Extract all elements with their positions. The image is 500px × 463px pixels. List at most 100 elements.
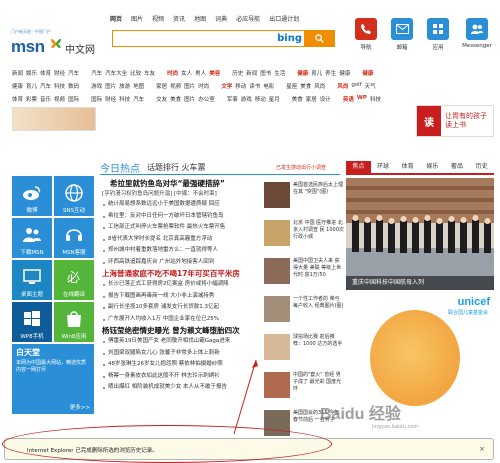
tab-focus[interactable]: 焦点 [346, 161, 371, 173]
category-link[interactable]: 科技 [370, 95, 381, 108]
category-link[interactable]: 游戏 [241, 95, 252, 108]
tile-translate[interactable]: 必 在线翻译 [54, 260, 94, 300]
thumb-item[interactable]: 美国首选民族后太上理在其 "突围"(图) [264, 182, 344, 218]
nav-video[interactable]: 视频 [152, 14, 164, 23]
news-item[interactable]: 48岁张琳生26岁女儿抱怨照 蔡依林拍摄婚纱照 [100, 359, 260, 371]
tab-history[interactable]: 历史 [469, 161, 494, 173]
category-link[interactable]: 比较 [130, 69, 141, 82]
category-link[interactable]: 财经 [54, 69, 65, 82]
category-link[interactable]: 男人 [195, 69, 206, 82]
tab-world[interactable]: 环球 [371, 161, 396, 173]
category-link[interactable]: 新闻 [12, 69, 23, 82]
thumb-item[interactable]: 北京 中国 医疗推进 北京入村调查 民 1000次 行政小城 [264, 220, 344, 256]
category-link[interactable]: 风尚 [314, 82, 325, 95]
category-link[interactable]: 财经 [105, 95, 116, 108]
category-link[interactable]: 养生 [325, 69, 336, 82]
category-link[interactable]: 科技 [119, 95, 130, 108]
category-link[interactable]: golf [351, 82, 361, 95]
category-link[interactable]: 读书 [249, 82, 260, 95]
category-link[interactable]: 风尚 [337, 82, 348, 95]
news-item[interactable]: 广东展开人均收入1万 中国企业家在位已25% [100, 314, 260, 326]
tile-msn-service[interactable]: MSN客服 [54, 218, 94, 258]
thumb-item[interactable]: 球拍场比赛 前后推荐：1000 达万的选手 [264, 334, 344, 370]
category-link[interactable]: 时尚 [167, 69, 178, 82]
category-link[interactable]: 健康 [297, 69, 308, 82]
category-link[interactable]: 汽车大全 [105, 69, 127, 82]
msn-logo[interactable]: 门户新天地 · 中国门户 msn 中文网 [9, 29, 109, 59]
category-link[interactable]: 汽车 [133, 95, 144, 108]
news-item[interactable]: 刘国梁双腿陷女儿心 张馨子非常多上体上刺新 [100, 348, 260, 360]
category-link[interactable]: 图片 [105, 82, 116, 95]
news-item[interactable]: 晒出爆红 相阶装机成就美少女 本人从不敢于报告 [100, 382, 260, 394]
search-box[interactable]: bing [112, 30, 335, 47]
news-item[interactable]: 郑州城中村着重数落地雷方么：一直就得等人 [100, 245, 260, 257]
category-link[interactable]: 交友 [156, 95, 167, 108]
category-link[interactable]: 新闻 [246, 69, 257, 82]
nav-images[interactable]: 图片 [131, 14, 143, 23]
category-link[interactable]: 家居 [306, 95, 317, 108]
tile-wp8[interactable]: WP8手机 [12, 302, 52, 342]
category-link[interactable]: 育儿 [26, 82, 37, 95]
hot-survey-link[interactable]: 已发生感动出行小调查 [276, 164, 326, 171]
news-item[interactable]: 希拉里：反对中日任何一方破坏日本管辖钓鱼岛 [100, 211, 260, 223]
news-headline[interactable]: 杨钰莹绝密情史曝光 曾为赖文峰堕胎四次 [102, 325, 260, 336]
apps-shortcut[interactable]: 应用 [424, 18, 452, 51]
category-link[interactable]: 历史 [232, 69, 243, 82]
close-icon[interactable]: × [479, 445, 485, 453]
category-link[interactable]: 军事 [227, 95, 238, 108]
news-item[interactable]: 长沙已落正式工获得房2亿案盒 房价或将小幅调降 [100, 279, 260, 291]
nav-export[interactable]: 出口通计划 [269, 14, 299, 23]
category-link[interactable]: 星座 [286, 82, 297, 95]
category-link[interactable]: WP [357, 95, 367, 108]
ad-banner-right[interactable]: 读 让胃有的孩子 读上书 [416, 105, 494, 137]
nav-shortcut[interactable]: 导航 [352, 18, 380, 51]
category-link[interactable]: 办公室 [198, 95, 215, 108]
category-link[interactable]: 时尚 [198, 82, 209, 95]
category-link[interactable]: 文学 [221, 82, 232, 95]
category-link[interactable]: 图片 [184, 95, 195, 108]
tab-luxury[interactable]: 奢品 [445, 161, 470, 173]
thumb-item[interactable]: 一个性工作者的 荣与每户收入 经典图片(图) [264, 296, 344, 332]
category-link[interactable]: 健康 [12, 82, 23, 95]
nav-maps[interactable]: 地图 [194, 14, 206, 23]
nav-bing-nav[interactable]: 必应导航 [236, 14, 260, 23]
category-link[interactable]: 健康 [362, 69, 373, 82]
tile-theme[interactable]: 桌面主题 [12, 260, 52, 300]
category-link[interactable]: 设计 [320, 95, 331, 108]
category-link[interactable]: 车友 [144, 69, 155, 82]
tile-win8[interactable]: Win8应用 [54, 302, 94, 342]
news-headline[interactable]: 上海普通家庭不吃不喝17年可买百平米房 [102, 268, 260, 279]
focus-photo[interactable]: 重庆中国科技中国航母入列 [346, 178, 494, 290]
ad-banner-left[interactable] [12, 107, 96, 131]
category-link[interactable]: 图片 [184, 82, 195, 95]
news-item[interactable]: 杨幂一身素皮衣如此这般不开 林志玲示刺绣衫 [100, 371, 260, 383]
category-link[interactable]: 汽车 [91, 69, 102, 82]
category-link[interactable]: 家居 [156, 82, 167, 95]
category-link[interactable]: 育儿 [311, 69, 322, 82]
nav-dict[interactable]: 词典 [215, 14, 227, 23]
category-link[interactable]: 汽车 [40, 82, 51, 95]
news-item[interactable]: 8省代表大学时长提名 北京真高霾重方浮动 [100, 234, 260, 246]
news-headline[interactable]: 希拉里就钓鱼岛对华“最强硬措辞” [110, 178, 260, 189]
tile-download-msn[interactable]: 下载MSN [12, 218, 52, 258]
category-link[interactable]: 天气 [365, 82, 376, 95]
tile-sns[interactable]: SNS互动 [54, 176, 94, 216]
category-link[interactable]: 美容 [209, 69, 220, 82]
news-headline-sub[interactable]: [亨钓漫习权钓鱼岛问题升温] [中媒：不会时束] [102, 189, 260, 199]
category-link[interactable]: 女人 [181, 69, 192, 82]
thumb-item[interactable]: 美国中国卫夫人来 获得大量 美联 等级上世代时 获1万/50 [264, 258, 344, 294]
nav-web[interactable]: 网页 [110, 14, 122, 23]
hot-subtitle[interactable]: 话题排行 火车票 [147, 162, 206, 173]
category-link[interactable]: 移动 [235, 82, 246, 95]
news-item[interactable]: 环西高铁追踪嘉庆台 广州站外地接客人回到 [100, 257, 260, 269]
sky-more-link[interactable]: 更多>> [70, 403, 90, 411]
category-link[interactable]: 体育 [40, 69, 51, 82]
category-link[interactable]: 生活 [274, 69, 285, 82]
tab-ent[interactable]: 娱乐 [420, 161, 445, 173]
sky-promo[interactable]: 白天堂 本网为中国最大网站，精选优质内容一网打尽 更多>> [12, 344, 94, 414]
news-item[interactable]: 工信部正式叫停火车票抢票软件 最热火车票开售 [100, 222, 260, 234]
category-link[interactable]: 美食 [300, 82, 311, 95]
category-link[interactable]: 美食 [170, 95, 181, 108]
tile-weibo[interactable]: 微博 [12, 176, 52, 216]
category-link[interactable]: 科技 [54, 82, 65, 95]
